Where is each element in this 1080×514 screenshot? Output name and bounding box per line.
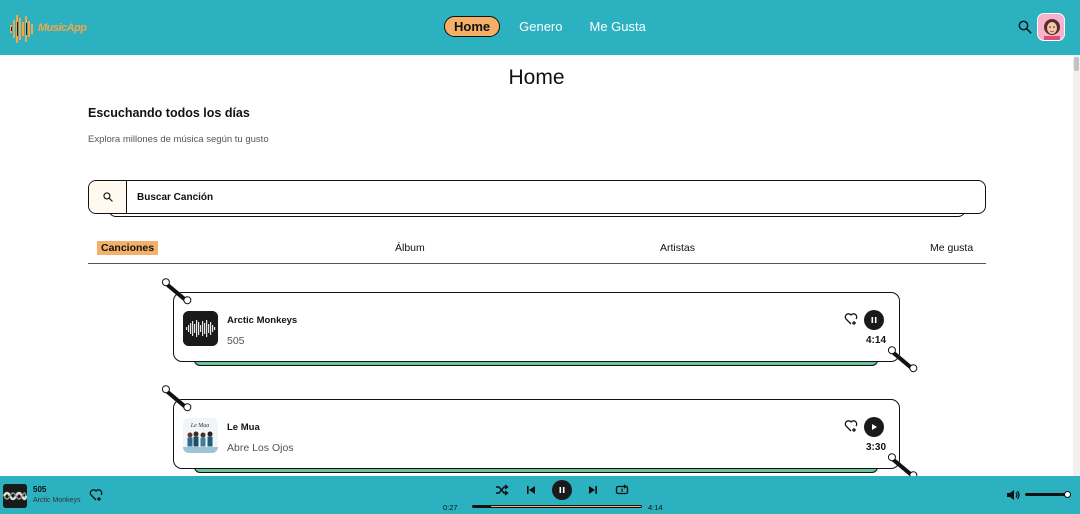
heart-add-icon[interactable] — [89, 488, 103, 502]
section-subtitle: Escuchando todos los días — [88, 106, 250, 120]
svg-text:Le Mua: Le Mua — [190, 423, 210, 429]
header-search-icon[interactable] — [1018, 20, 1032, 34]
band-photo-cover-icon: Le Mua — [183, 418, 218, 453]
skip-previous-icon — [527, 486, 535, 494]
now-playing-title: 505 — [33, 485, 47, 494]
song-cover — [183, 311, 218, 346]
nav-genero[interactable]: Genero — [519, 19, 562, 34]
pause-icon — [871, 317, 877, 323]
progress-fill — [473, 506, 492, 507]
tab-canciones[interactable]: Canciones — [97, 241, 159, 255]
song-search-box — [88, 180, 986, 214]
song-artist: 505 — [227, 335, 245, 347]
song-card-body[interactable]: Arctic Monkeys 505 4:14 — [173, 292, 900, 362]
song-artist: Abre Los Ojos — [227, 442, 294, 454]
song-cover: Le Mua — [183, 418, 218, 453]
song-duration: 4:14 — [865, 335, 886, 346]
heart-add-icon[interactable] — [844, 419, 858, 433]
search-icon — [102, 192, 113, 202]
volume-slider[interactable] — [1025, 491, 1071, 498]
tab-artistas[interactable]: Artistas — [660, 242, 695, 254]
song-card[interactable]: Arctic Monkeys 505 4:14 — [160, 282, 920, 392]
previous-button[interactable] — [523, 482, 539, 498]
nav-me-gusta[interactable]: Me Gusta — [590, 19, 646, 34]
total-time: 4:14 — [648, 503, 663, 512]
music-app: MusicApp Home Genero Me Gusta Home Escuc… — [0, 0, 1080, 514]
current-time: 0:27 — [443, 503, 458, 512]
search-button[interactable] — [89, 181, 127, 213]
main-pause-button[interactable] — [552, 480, 572, 500]
volume-icon[interactable] — [1006, 488, 1020, 502]
song-card-body[interactable]: Le Mua Le Mua Abre Los Ojos 3:30 — [173, 399, 900, 469]
tab-album[interactable]: Álbum — [395, 242, 425, 254]
song-duration: 3:30 — [865, 442, 886, 453]
song-title: Arctic Monkeys — [227, 315, 298, 326]
logo-text: MusicApp — [38, 22, 87, 34]
sound-wave-cover-icon — [3, 484, 27, 508]
scrollbar-thumb[interactable] — [1074, 57, 1079, 71]
shuffle-button[interactable] — [494, 482, 510, 498]
page-title: Home — [508, 66, 565, 89]
music-app-logo[interactable]: MusicApp — [8, 12, 87, 46]
skip-next-icon — [589, 486, 597, 494]
now-playing-artist: Arctic Monkeys — [33, 497, 81, 504]
pause-icon — [559, 487, 565, 493]
volume-knob[interactable] — [1063, 491, 1071, 498]
song-search-input[interactable] — [127, 191, 927, 203]
play-button[interactable] — [864, 417, 884, 437]
top-header: MusicApp Home Genero Me Gusta — [0, 0, 1080, 55]
shuffle-icon — [496, 484, 509, 496]
avatar-portrait-icon — [1038, 14, 1064, 40]
content-tabs: Canciones Álbum Artistas Me gusta — [88, 240, 986, 264]
sound-wave-cover-icon — [183, 311, 218, 346]
repeat-one-icon — [615, 484, 629, 495]
play-icon — [872, 424, 877, 430]
player-bar: 505 Arctic Monkeys 0:27 4:14 — [0, 476, 1080, 514]
progress-slider[interactable] — [472, 505, 642, 508]
pause-button[interactable] — [864, 310, 884, 330]
volume-fill — [1025, 493, 1068, 496]
user-avatar[interactable] — [1037, 13, 1065, 41]
song-title: Le Mua — [227, 422, 260, 433]
tab-me-gusta[interactable]: Me gusta — [930, 242, 973, 254]
now-playing-cover — [3, 484, 27, 508]
page-scrollbar[interactable] — [1073, 55, 1080, 476]
next-button[interactable] — [585, 482, 601, 498]
heart-add-icon[interactable] — [844, 312, 858, 326]
playback-controls — [494, 480, 643, 500]
nav-home[interactable]: Home — [444, 16, 501, 37]
main-nav: Home Genero Me Gusta — [444, 16, 673, 37]
repeat-button[interactable] — [614, 482, 630, 498]
section-description: Explora millones de música según tu gust… — [88, 134, 269, 145]
